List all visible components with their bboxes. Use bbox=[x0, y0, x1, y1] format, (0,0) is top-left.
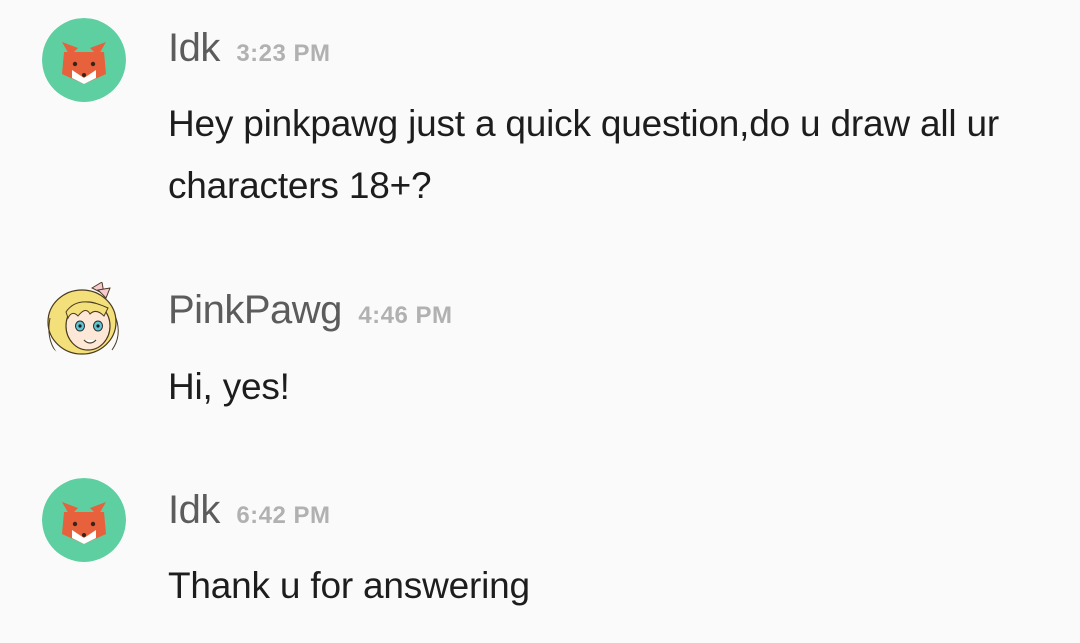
avatar[interactable] bbox=[42, 478, 126, 562]
avatar[interactable] bbox=[42, 278, 126, 362]
message-text: Hey pinkpawg just a quick question,do u … bbox=[168, 103, 999, 206]
blonde-anime-girl-icon bbox=[42, 278, 126, 362]
username[interactable]: Idk bbox=[168, 488, 220, 532]
username[interactable]: PinkPawg bbox=[168, 288, 342, 332]
message-text: Hi, yes! bbox=[168, 366, 290, 407]
timestamp: 3:23 PM bbox=[236, 40, 331, 67]
message-header: PinkPawg 4:46 PM bbox=[168, 288, 453, 333]
message-text: Thank u for answering bbox=[168, 565, 530, 606]
timestamp: 6:42 PM bbox=[236, 502, 331, 529]
message-header: Idk 6:42 PM bbox=[168, 488, 331, 533]
fox-face-icon bbox=[42, 478, 126, 562]
chat-log: Idk 3:23 PM Hey pinkpawg just a quick qu… bbox=[0, 0, 1080, 643]
timestamp: 4:46 PM bbox=[358, 302, 453, 329]
message-header: Idk 3:23 PM bbox=[168, 26, 331, 71]
avatar[interactable] bbox=[42, 18, 126, 102]
username[interactable]: Idk bbox=[168, 26, 220, 70]
fox-face-icon bbox=[42, 18, 126, 102]
